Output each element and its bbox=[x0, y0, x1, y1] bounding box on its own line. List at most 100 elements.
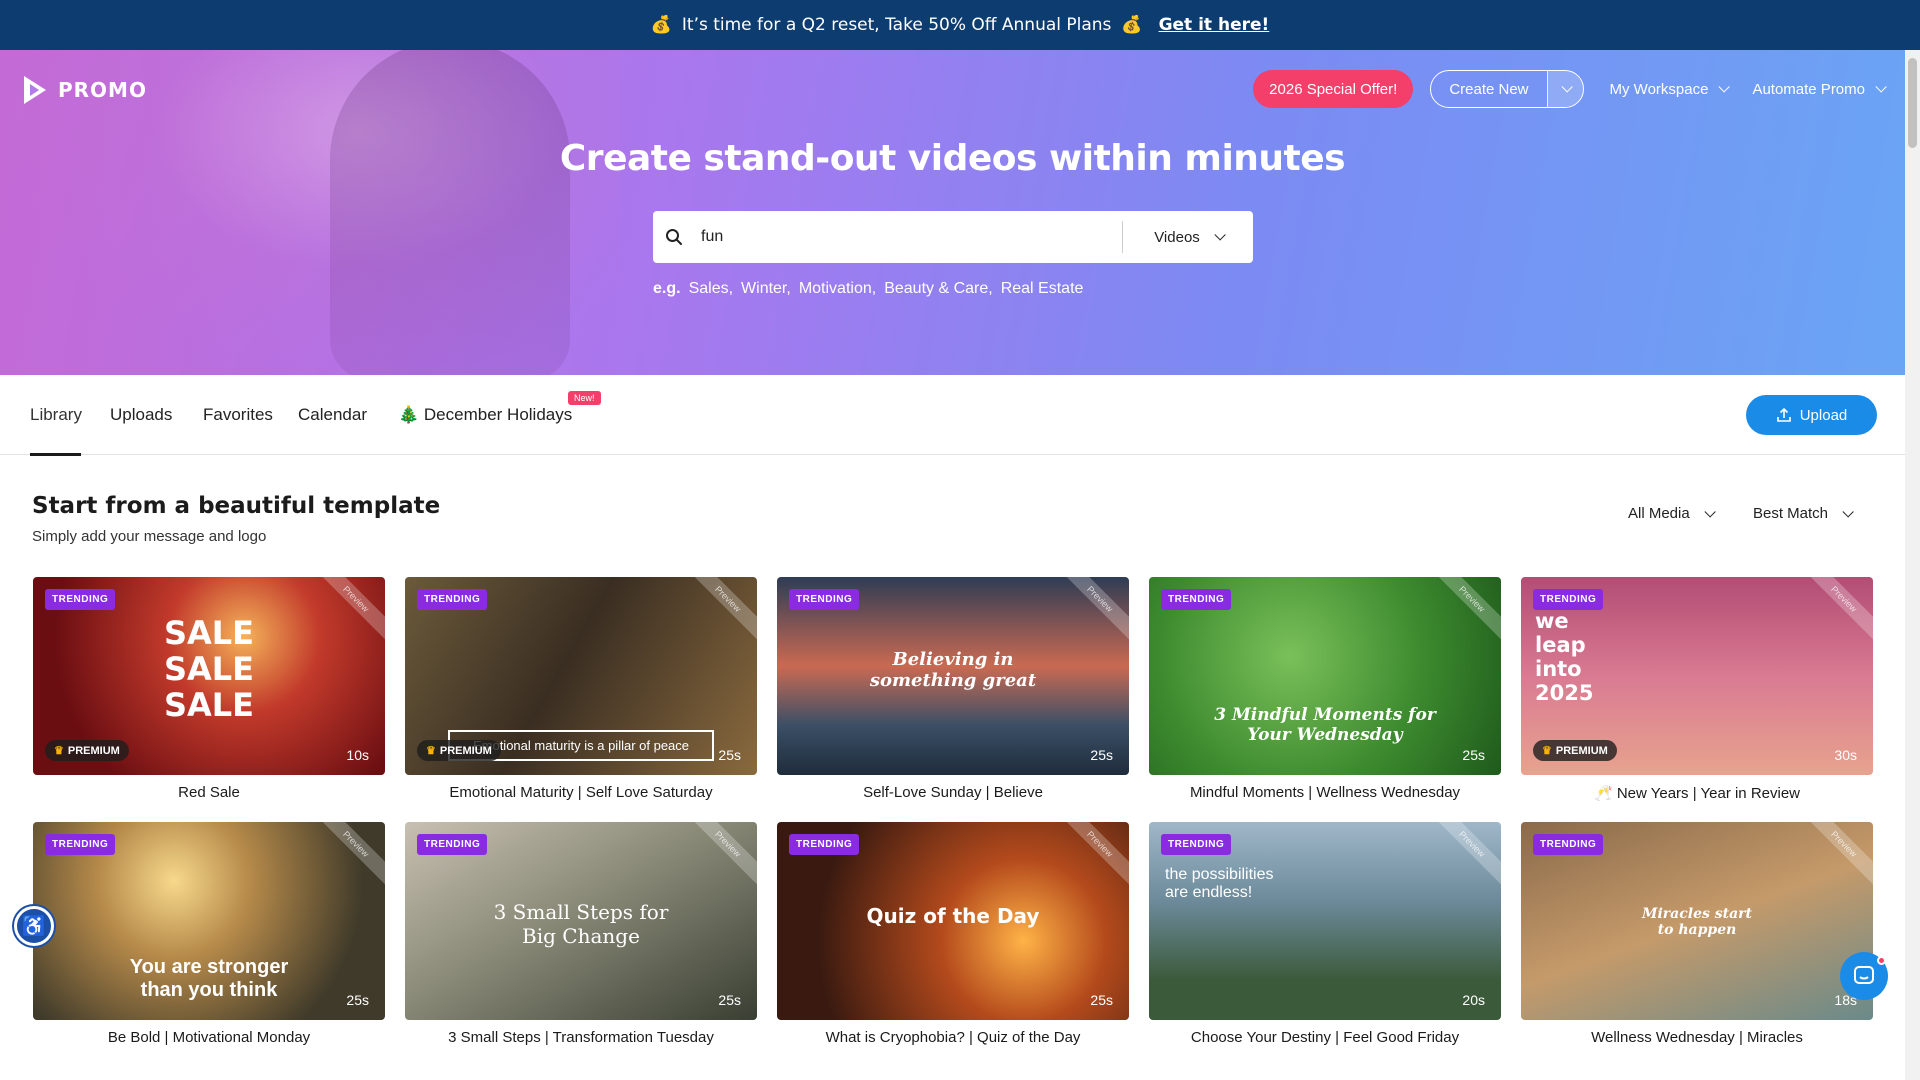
template-overlay-text: the possibilities are endless! bbox=[1165, 866, 1274, 901]
template-title[interactable]: Be Bold | Motivational Monday bbox=[33, 1029, 385, 1046]
example-link[interactable]: Real Estate bbox=[1001, 280, 1084, 298]
example-link[interactable]: Sales, bbox=[689, 280, 733, 298]
template-title[interactable]: Mindful Moments | Wellness Wednesday bbox=[1149, 784, 1501, 801]
duration-label: 25s bbox=[1462, 747, 1485, 763]
my-workspace-menu[interactable]: My Workspace bbox=[1610, 81, 1731, 98]
preview-ribbon: Preview bbox=[311, 822, 385, 889]
duration-label: 25s bbox=[718, 747, 741, 763]
preview-ribbon: Preview bbox=[683, 822, 757, 889]
promo-logo[interactable]: PROMO bbox=[22, 74, 147, 106]
money-bag-icon: 💰 bbox=[650, 15, 672, 35]
sort-label: Best Match bbox=[1753, 505, 1829, 522]
premium-badge: ♛ PREMIUM bbox=[45, 740, 129, 761]
money-bag-icon: 💰 bbox=[1121, 15, 1143, 35]
crown-icon: ♛ bbox=[1542, 745, 1552, 757]
hero-title: Create stand-out videos within minutes bbox=[559, 138, 1346, 179]
trending-badge: TRENDING bbox=[1533, 834, 1604, 855]
crown-icon: ♛ bbox=[54, 745, 64, 757]
scrollbar-thumb[interactable] bbox=[1908, 58, 1917, 148]
search-bar: Videos bbox=[653, 211, 1253, 263]
logo-text: PROMO bbox=[58, 78, 147, 102]
trending-badge: TRENDING bbox=[1161, 834, 1232, 855]
trending-badge: TRENDING bbox=[417, 834, 488, 855]
tree-icon: 🎄 bbox=[398, 405, 420, 424]
trending-badge: TRENDING bbox=[789, 589, 860, 610]
template-card[interactable]: TRENDING Preview Miracles start to happen 18… bbox=[1521, 822, 1873, 1020]
tab-uploads[interactable]: Uploads bbox=[110, 405, 172, 425]
example-link[interactable]: Beauty & Care, bbox=[884, 280, 993, 298]
trending-badge: TRENDING bbox=[45, 834, 116, 855]
chevron-down-icon bbox=[1561, 81, 1573, 93]
template-title[interactable]: Emotional Maturity | Self Love Saturday bbox=[405, 784, 757, 801]
chat-launcher[interactable] bbox=[1840, 952, 1888, 1000]
accessibility-icon[interactable]: ♿ bbox=[14, 906, 54, 946]
search-type-label: Videos bbox=[1154, 228, 1200, 246]
library-tabs: Library Uploads Favorites Calendar 🎄 Dec… bbox=[0, 375, 1905, 456]
chevron-down-icon bbox=[1842, 505, 1854, 518]
preview-ribbon: Preview bbox=[1427, 822, 1501, 889]
search-type-select[interactable]: Videos bbox=[1123, 229, 1253, 246]
hero-person-image bbox=[330, 50, 570, 375]
search-input[interactable] bbox=[695, 212, 1122, 262]
search-icon[interactable] bbox=[653, 228, 695, 246]
active-tab-indicator bbox=[30, 453, 81, 456]
create-new-button[interactable]: Create New bbox=[1431, 71, 1546, 107]
search-examples: e.g. Sales, Winter, Motivation, Beauty &… bbox=[653, 280, 1083, 298]
tab-calendar[interactable]: Calendar bbox=[298, 405, 367, 425]
get-it-here-link[interactable]: Get it here! bbox=[1159, 15, 1270, 35]
template-overlay-text: 3 Mindful Moments for Your Wednesday bbox=[1214, 705, 1436, 745]
hero-banner: PROMO 2026 Special Offer! Create New My … bbox=[0, 50, 1905, 375]
template-card[interactable]: TRENDING Preview 3 Mindful Moments for Your… bbox=[1149, 577, 1501, 775]
preview-ribbon: Preview bbox=[1799, 822, 1873, 889]
create-new-split-button: Create New bbox=[1430, 70, 1584, 108]
tab-library[interactable]: Library bbox=[30, 405, 82, 425]
trending-badge: TRENDING bbox=[417, 589, 488, 610]
template-card[interactable]: TRENDING Preview Emotional maturity is a p… bbox=[405, 577, 757, 775]
example-link[interactable]: Motivation, bbox=[799, 280, 876, 298]
trending-badge: TRENDING bbox=[789, 834, 860, 855]
template-card[interactable]: TRENDING Preview SALE SALE SALE ♛ PREMIUM 10s bbox=[33, 577, 385, 775]
notification-dot bbox=[1877, 956, 1886, 965]
upload-button[interactable]: Upload bbox=[1746, 395, 1877, 435]
template-title[interactable]: Self-Love Sunday | Believe bbox=[777, 784, 1129, 801]
tab-favorites[interactable]: Favorites bbox=[203, 405, 273, 425]
trending-badge: TRENDING bbox=[1161, 589, 1232, 610]
template-card[interactable]: TRENDING Preview Quiz of the Day 25s bbox=[777, 822, 1129, 1020]
header-actions: 2026 Special Offer! Create New My Worksp… bbox=[1253, 70, 1887, 108]
sort-dropdown[interactable]: Best Match bbox=[1753, 505, 1854, 522]
upload-label: Upload bbox=[1799, 406, 1848, 424]
promo-bar: 💰 It’s time for a Q2 reset, Take 50% Off… bbox=[0, 0, 1920, 50]
duration-label: 25s bbox=[1090, 747, 1113, 763]
promo-message: It’s time for a Q2 reset, Take 50% Off A… bbox=[681, 15, 1112, 35]
template-overlay-text: Miracles start to happen bbox=[1641, 906, 1753, 938]
automate-promo-menu[interactable]: Automate Promo bbox=[1752, 81, 1887, 98]
template-title[interactable]: Red Sale bbox=[33, 784, 385, 801]
chat-icon bbox=[1854, 966, 1874, 984]
template-card[interactable]: TRENDING Preview Believing in something gre… bbox=[777, 577, 1129, 775]
template-card[interactable]: TRENDING Preview we leap into 2025 ♛ PREMIUM 30s bbox=[1521, 577, 1873, 775]
template-overlay-text: Believing in something great bbox=[869, 649, 1037, 691]
special-offer-button[interactable]: 2026 Special Offer! bbox=[1253, 70, 1414, 108]
chevron-down-icon bbox=[1704, 505, 1716, 518]
template-title[interactable]: Choose Your Destiny | Feel Good Friday bbox=[1149, 1029, 1501, 1046]
template-title[interactable]: What is Cryophobia? | Quiz of the Day bbox=[777, 1029, 1129, 1046]
preview-ribbon: Preview bbox=[1055, 577, 1129, 644]
crown-icon: ♛ bbox=[426, 745, 436, 757]
tab-december-holidays[interactable]: 🎄 December Holidays bbox=[398, 405, 572, 425]
media-filter-dropdown[interactable]: All Media bbox=[1628, 505, 1716, 522]
scrollbar[interactable] bbox=[1905, 50, 1920, 1080]
section-title: Start from a beautiful template bbox=[32, 493, 441, 519]
template-title[interactable]: Wellness Wednesday | Miracles bbox=[1521, 1029, 1873, 1046]
template-title[interactable]: 🥂 New Years | Year in Review bbox=[1521, 784, 1873, 802]
create-new-dropdown[interactable] bbox=[1546, 71, 1583, 107]
template-card[interactable]: TRENDING Preview You are stronger than you … bbox=[33, 822, 385, 1020]
template-title[interactable]: 3 Small Steps | Transformation Tuesday bbox=[405, 1029, 757, 1046]
upload-icon bbox=[1776, 407, 1791, 422]
examples-label: e.g. bbox=[653, 280, 681, 297]
media-filter-label: All Media bbox=[1628, 505, 1690, 522]
template-card[interactable]: TRENDING Preview the possibilities are endl… bbox=[1149, 822, 1501, 1020]
template-card[interactable]: TRENDING Preview 3 Small Steps for Big Chan… bbox=[405, 822, 757, 1020]
example-link[interactable]: Winter, bbox=[741, 280, 791, 298]
template-overlay-text: You are stronger than you think bbox=[129, 956, 289, 1001]
play-logo-icon bbox=[22, 74, 50, 106]
